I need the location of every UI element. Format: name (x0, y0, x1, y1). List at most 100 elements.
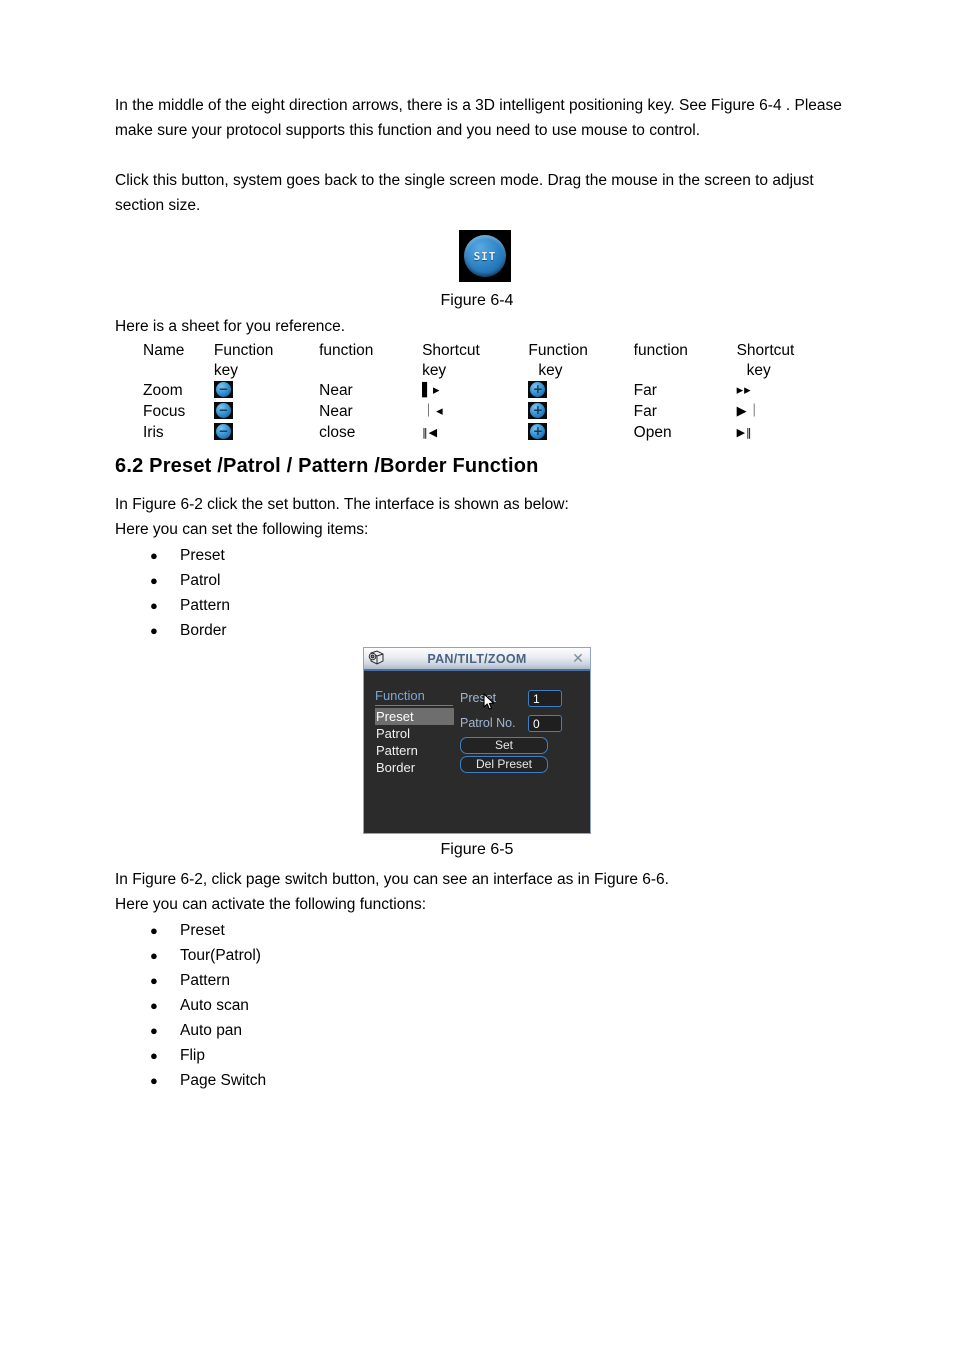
row-function-near: Near (319, 403, 353, 420)
list-item: ● Preset (150, 918, 266, 943)
preset-input[interactable]: 1 (528, 689, 562, 707)
row-function-close: close (319, 424, 356, 441)
minus-button-icon: − (213, 402, 233, 419)
header-function-1-line2 (319, 361, 422, 381)
list-item: ● Border (150, 618, 230, 643)
table-row: Iris − close ‖◀ + Open ▶‖ (143, 423, 843, 444)
menu-item-preset[interactable]: Preset (375, 708, 454, 725)
patrol-no-field-label: Patrol No. (460, 716, 516, 730)
list-item-label: Preset (180, 547, 225, 564)
list-item: ● Page Switch (150, 1068, 266, 1093)
camera-icon (366, 649, 388, 668)
list-item: ● Pattern (150, 968, 266, 993)
row-function-key-plus: + (528, 381, 633, 402)
figure-6-4-caption: Figure 6-4 (440, 292, 514, 309)
list-item: ● Auto scan (150, 993, 266, 1018)
dialog-body: Function Preset Patrol Pattern Border Pr… (364, 671, 590, 833)
row-name: Focus (143, 403, 186, 420)
list-item-label: Patrol (180, 572, 221, 589)
header-function-key-1-line2: key (213, 362, 239, 379)
dialog-fields: Preset 1 Patrol No. 0 Set Del Preset (460, 687, 582, 773)
sit-button-icon: SIT (464, 235, 506, 277)
row-shortcut-key-1: ‖◀ (422, 426, 439, 439)
row-shortcut-key-2: ▸▸ (736, 383, 752, 398)
header-function-1: function (319, 342, 374, 359)
dialog-titlebar: PAN/TILT/ZOOM ✕ (364, 648, 590, 671)
bullet-icon: ● (150, 998, 158, 1013)
bullet-icon: ● (150, 598, 158, 613)
menu-item-pattern[interactable]: Pattern (375, 742, 453, 759)
bullet-icon: ● (150, 548, 158, 563)
close-icon[interactable]: ✕ (566, 650, 590, 667)
patrol-no-field-row: Patrol No. 0 (460, 712, 582, 734)
list-item-label: Auto pan (180, 1022, 243, 1039)
table-row: Focus − Near ｜◂ + Far ▶｜ (143, 402, 843, 423)
sit-button-label: SIT (473, 249, 497, 263)
list-item-label: Preset (180, 922, 225, 939)
table-row: Zoom − Near ▌▸ + Far ▸▸ (143, 381, 843, 402)
row-function-key-minus: − (213, 402, 319, 423)
row-function-key-plus: + (528, 423, 633, 444)
table-header-row-2: key key key key (143, 361, 843, 381)
list-item-label: Page Switch (180, 1072, 267, 1089)
header-name-line2 (143, 361, 214, 381)
figure-6-5-caption: Figure 6-5 (440, 841, 514, 858)
bullet-icon: ● (150, 1073, 158, 1088)
header-function-key-1: Function (213, 342, 274, 359)
set-button[interactable]: Set (460, 737, 548, 754)
bullet-icon: ● (150, 973, 158, 988)
pan-tilt-zoom-dialog[interactable]: PAN/TILT/ZOOM ✕ Function Preset Patrol P… (363, 647, 591, 834)
list-item: ● Tour(Patrol) (150, 943, 266, 968)
list-item: ● Preset (150, 543, 230, 568)
activate-functions-list: ● Preset ● Tour(Patrol) ● Pattern ● Auto… (150, 918, 266, 1093)
paragraph-click-button: Click this button, system goes back to t… (115, 172, 814, 214)
plus-button-icon: + (528, 381, 548, 398)
header-shortcut-key-2: Shortcut (736, 342, 795, 359)
paragraph-intro-3d-key: In the middle of the eight direction arr… (115, 97, 842, 139)
row-shortcut-key-2: ▶‖ (736, 426, 753, 439)
patrol-no-input[interactable]: 0 (528, 714, 562, 732)
header-function-key-2-line2: key (538, 362, 563, 379)
row-function-key-minus: − (213, 381, 319, 402)
row-name: Iris (143, 424, 164, 441)
menu-item-border[interactable]: Border (375, 759, 453, 776)
list-item-label: Auto scan (180, 997, 249, 1014)
row-shortcut-key-1: ▌▸ (422, 383, 441, 398)
header-shortcut-key-2-line2: key (746, 362, 771, 379)
row-function-key-plus: + (528, 402, 633, 423)
table-header-row-1: Name Function function Shortcut Function… (143, 341, 843, 361)
bullet-icon: ● (150, 623, 158, 638)
row-shortcut-key-2: ▶｜ (736, 404, 762, 419)
list-item-label: Border (180, 622, 227, 639)
paragraph-page-switch: In Figure 6-2, click page switch button,… (115, 871, 669, 888)
header-shortcut-key-1-line2: key (422, 362, 447, 379)
row-function-key-minus: − (213, 423, 319, 444)
row-function-open: Open (633, 424, 672, 441)
paragraph-activate-functions: Here you can activate the following func… (115, 896, 427, 913)
list-item-label: Pattern (180, 597, 230, 614)
mouse-cursor-icon (483, 693, 495, 711)
shortcut-reference-table: Name Function function Shortcut Function… (143, 341, 843, 444)
list-item-label: Flip (180, 1047, 205, 1064)
paragraph-set-items: Here you can set the following items: (115, 521, 369, 538)
row-function-far: Far (633, 403, 657, 420)
paragraph-set-button: In Figure 6-2 click the set button. The … (115, 496, 569, 513)
plus-button-icon: + (528, 402, 548, 419)
row-function-far: Far (633, 382, 657, 399)
del-preset-button[interactable]: Del Preset (460, 756, 548, 773)
row-shortcut-key-1: ｜◂ (422, 404, 444, 419)
document-page: In the middle of the eight direction arr… (0, 0, 954, 1350)
function-menu: Function Preset Patrol Pattern Border (375, 687, 454, 776)
menu-item-patrol[interactable]: Patrol (375, 725, 453, 742)
bullet-icon: ● (150, 573, 158, 588)
bullet-icon: ● (150, 923, 158, 938)
row-name: Zoom (143, 382, 183, 399)
minus-button-icon: − (213, 381, 233, 398)
header-function-2: function (633, 342, 688, 359)
bullet-icon: ● (150, 1048, 158, 1063)
minus-button-icon: − (213, 423, 233, 440)
bullet-icon: ● (150, 1023, 158, 1038)
header-function-key-2: Function (528, 342, 588, 359)
header-shortcut-key-1: Shortcut (422, 342, 480, 359)
list-item: ● Pattern (150, 593, 230, 618)
